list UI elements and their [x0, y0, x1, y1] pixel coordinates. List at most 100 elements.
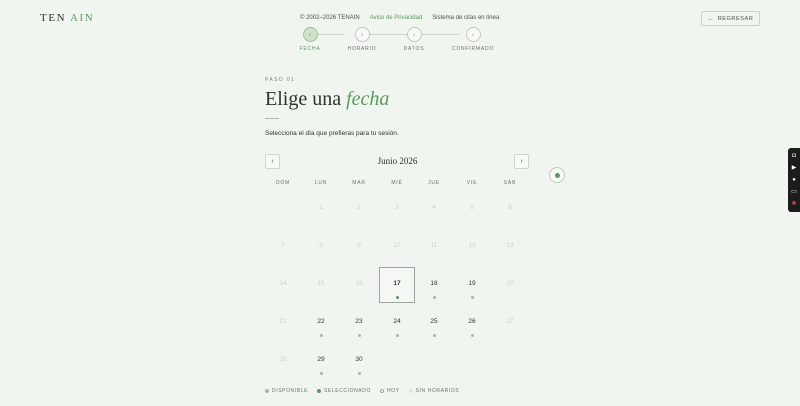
- legend-swatch: [408, 389, 413, 393]
- calendar-day-selected[interactable]: 17: [379, 267, 415, 303]
- calendar-day: 11: [416, 229, 452, 265]
- calendar-day[interactable]: 24: [379, 305, 415, 341]
- settings-icon[interactable]: ✱: [791, 201, 798, 208]
- brand-name-main: TEN: [40, 12, 67, 24]
- step-fecha: 1 FECHA: [280, 27, 340, 52]
- calendar-day: 14: [265, 267, 301, 303]
- legend-swatch: [317, 389, 322, 393]
- user-icon[interactable]: ●: [791, 177, 798, 184]
- copyright-text: © 2002–2026 TENAIN: [300, 15, 360, 21]
- availability-dot: [470, 296, 474, 299]
- calendar-day: 7: [265, 229, 301, 265]
- legend-label: SELECCIONADO: [324, 388, 371, 394]
- day-number: 21: [279, 318, 287, 325]
- step-circle: 3: [406, 27, 422, 42]
- calendar-day: 6: [492, 191, 528, 227]
- legend-label: DISPONIBLE: [272, 388, 309, 394]
- weekday-label: VIE: [466, 180, 478, 186]
- day-number: 6: [508, 204, 512, 211]
- calendar-day: 28: [265, 343, 301, 379]
- step-indicator: PASO 01: [265, 77, 296, 83]
- page-title: Elige una fecha: [265, 88, 389, 111]
- back-label: REGRESAR: [717, 15, 754, 22]
- calendar-day[interactable]: 30: [341, 343, 377, 379]
- day-number: 20: [506, 280, 514, 287]
- calendar-day[interactable]: 29: [303, 343, 339, 379]
- calendar-day[interactable]: 25: [416, 305, 452, 341]
- day-number: 13: [506, 242, 514, 249]
- step-horario: 2 HORARIO: [332, 27, 392, 52]
- prev-month-button[interactable]: ‹: [265, 154, 280, 169]
- calendar-day[interactable]: 18: [416, 267, 452, 303]
- day-number: 14: [279, 280, 287, 287]
- calendar-day[interactable]: 26: [454, 305, 490, 341]
- day-number: 3: [395, 204, 399, 211]
- video-icon[interactable]: ▶: [791, 165, 798, 172]
- availability-dot: [319, 334, 323, 337]
- top-meta: © 2002–2026 TENAIN · Aviso de Privacidad · S…: [300, 15, 499, 21]
- legend-swatch: [265, 389, 269, 393]
- weekday-label: MIÉ: [391, 180, 403, 186]
- calendar-day: 13: [492, 229, 528, 265]
- day-number: 29: [317, 356, 325, 363]
- brand-logo[interactable]: TEN AIN: [40, 12, 94, 24]
- calendar-day[interactable]: 23: [341, 305, 377, 341]
- calendar-day: 21: [265, 305, 301, 341]
- day-number: 25: [430, 318, 438, 325]
- calendar-day: 2: [341, 191, 377, 227]
- day-number: 8: [319, 242, 323, 249]
- separator-dot: ·: [426, 15, 429, 21]
- availability-dot: [470, 334, 474, 337]
- chevron-right-icon: ›: [520, 158, 523, 165]
- weekday-label: DOM: [275, 180, 291, 186]
- calendar-day[interactable]: 22: [303, 305, 339, 341]
- legend-item-seleccionado: SELECCIONADO: [317, 388, 371, 394]
- day-number: 18: [430, 280, 438, 287]
- day-number: 22: [317, 318, 325, 325]
- day-number: 19: [468, 280, 476, 287]
- availability-dot: [432, 296, 436, 299]
- availability-dot: [319, 372, 323, 375]
- day-number: 24: [393, 318, 401, 325]
- chevron-left-icon: ‹: [271, 158, 274, 165]
- weekday-label: JUE: [428, 180, 440, 186]
- step-circle: 1: [302, 27, 318, 42]
- calendar-day: 16: [341, 267, 377, 303]
- day-number: 27: [506, 318, 514, 325]
- day-number: 9: [357, 242, 361, 249]
- day-number: 26: [468, 318, 476, 325]
- day-number: 10: [393, 242, 401, 249]
- availability-dot: [432, 334, 436, 337]
- floating-toolbar: ◘ ▶ ● ▭ ✱: [788, 148, 800, 212]
- legend-label: SIN HORARIOS: [415, 388, 460, 394]
- legend-label: HOY: [386, 388, 400, 394]
- step-label: FECHA: [299, 46, 321, 52]
- step-circle: 4: [465, 27, 481, 42]
- next-month-button[interactable]: ›: [514, 154, 529, 169]
- day-number: 28: [279, 356, 287, 363]
- title-accent: fecha: [346, 88, 390, 110]
- weekday-label: MAR: [352, 180, 366, 186]
- back-button[interactable]: ← REGRESAR: [701, 11, 760, 26]
- camera-icon[interactable]: ◘: [791, 153, 798, 160]
- day-number: 11: [430, 242, 438, 249]
- calendar-day: 3: [379, 191, 415, 227]
- calendar-day: 12: [454, 229, 490, 265]
- day-number: 7: [281, 242, 285, 249]
- day-number: 2: [357, 204, 361, 211]
- privacy-link[interactable]: Aviso de Privacidad: [370, 15, 423, 21]
- legend-item-hoy: HOY: [379, 388, 400, 394]
- day-number: 15: [317, 280, 325, 287]
- day-number: 1: [319, 204, 323, 211]
- weekday-label: SÁB: [503, 180, 517, 186]
- window-icon[interactable]: ▭: [791, 189, 798, 196]
- calendar-day: 1: [303, 191, 339, 227]
- system-name: Sistema de citas en línea: [432, 15, 500, 21]
- calendar-day[interactable]: 19: [454, 267, 490, 303]
- status-indicator[interactable]: [549, 167, 565, 183]
- arrow-left-icon: ←: [707, 15, 714, 22]
- calendar-day: 4: [416, 191, 452, 227]
- calendar-day: 20: [492, 267, 528, 303]
- availability-dot: [395, 296, 399, 299]
- calendar-day: 15: [303, 267, 339, 303]
